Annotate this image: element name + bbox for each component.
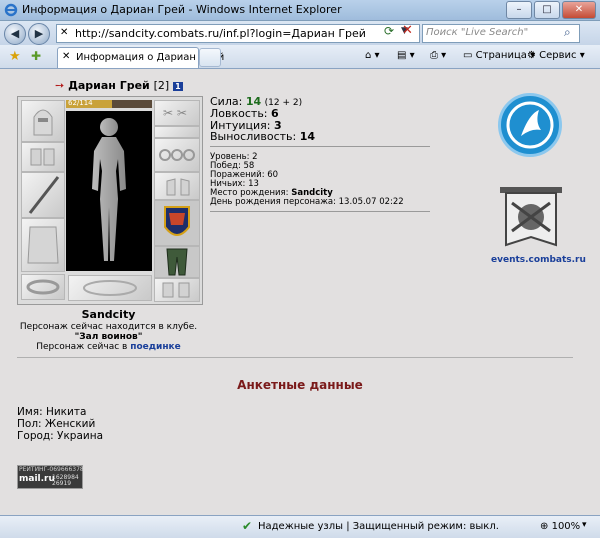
- private-message-arrow-icon[interactable]: ➙: [55, 79, 64, 92]
- profile-name: Имя: Никита: [17, 406, 87, 418]
- battle-link[interactable]: поединке: [130, 342, 181, 352]
- hp-text: 62/114: [68, 99, 93, 107]
- search-placeholder: Поиск "Live Search": [426, 27, 529, 38]
- window-title: Информация о Дариан Грей - Windows Inter…: [22, 3, 342, 16]
- page-favicon-icon: ✕: [60, 27, 69, 38]
- tab-current[interactable]: ✕ Информация о Дариан Грей: [57, 47, 224, 68]
- zoom-value: 100%: [551, 521, 581, 532]
- section-divider: [17, 357, 573, 358]
- location-line-1: Персонаж сейчас находится в клубе.: [19, 322, 198, 332]
- character-avatar: [66, 111, 152, 271]
- ie-logo-icon: [4, 3, 18, 17]
- home-icon[interactable]: ⌂ ▾: [365, 50, 380, 61]
- search-input[interactable]: Поиск "Live Search" ⌕: [422, 24, 580, 43]
- character-name-line: ➙ Дариан Грей [2] 1: [55, 79, 183, 92]
- character-level: [2]: [153, 79, 170, 92]
- events-logo-icon[interactable]: [500, 185, 562, 253]
- tools-menu[interactable]: ⚙ Сервис ▾: [527, 50, 585, 61]
- rating-brand: mail.ru: [19, 474, 55, 484]
- zoom-level[interactable]: ⊕ 100%: [540, 521, 580, 532]
- boots-slot[interactable]: [154, 278, 200, 302]
- status-bar: ✔ Надежные узлы | Защищенный режим: выкл…: [0, 515, 600, 538]
- gear-icon: ⚙: [527, 50, 536, 61]
- stat-endurance: Выносливость: 14: [210, 130, 315, 143]
- location-status-text: Персонаж сейчас в: [36, 342, 128, 352]
- location-line-3: Персонаж сейчас в поединке: [0, 342, 217, 352]
- divider: [210, 211, 430, 212]
- rating-n2: 26919: [52, 480, 72, 487]
- favorites-star-icon[interactable]: ★: [9, 49, 21, 64]
- belt-slot[interactable]: [21, 274, 65, 300]
- address-bar[interactable]: ✕ http://sandcity.combats.ru/inf.pl?logi…: [56, 24, 420, 43]
- profile-city: Город: Украина: [17, 430, 104, 442]
- location-room: "Зал воинов": [74, 332, 143, 342]
- maximize-button[interactable]: □: [534, 1, 560, 19]
- weapon-slot[interactable]: [21, 172, 65, 218]
- armor-slot[interactable]: [21, 218, 65, 272]
- svg-text:✂ ✂: ✂ ✂: [163, 106, 187, 120]
- pants-slot[interactable]: [154, 246, 200, 278]
- character-doll: 62/114 ✂ ✂: [17, 96, 203, 305]
- gloves-slot[interactable]: [154, 172, 200, 200]
- add-favorites-icon[interactable]: ✚: [31, 49, 41, 63]
- bracers-slot[interactable]: [21, 142, 65, 172]
- character-name: Дариан Грей: [68, 79, 150, 92]
- info-badge[interactable]: 1: [173, 82, 183, 91]
- close-button[interactable]: ✕: [562, 1, 596, 19]
- shield-slot[interactable]: [154, 200, 200, 246]
- amulet-slot[interactable]: [154, 126, 200, 138]
- print-icon[interactable]: ⎙ ▾: [430, 50, 446, 61]
- tools-menu-label: Сервис: [539, 50, 577, 61]
- address-row: ◀ ▶ ✕ http://sandcity.combats.ru/inf.pl?…: [0, 21, 600, 45]
- earrings-slot[interactable]: ✂ ✂: [154, 100, 200, 126]
- stat-endurance-label: Выносливость:: [210, 130, 297, 143]
- stat-endurance-value: 14: [299, 130, 316, 143]
- zoom-icon: ⊕: [540, 521, 549, 532]
- url-text: http://sandcity.combats.ru/inf.pl?login=…: [75, 27, 366, 40]
- tab-favicon-icon: ✕: [62, 51, 71, 62]
- search-icon[interactable]: ⌕: [564, 25, 571, 40]
- mailru-rating-counter[interactable]: РЕЙТИНГ-069666378 mail.ru 1628984 26919: [17, 465, 84, 489]
- rating-top: РЕЙТИНГ-069666378: [19, 466, 84, 473]
- back-button[interactable]: ◀: [4, 23, 26, 45]
- feeds-icon[interactable]: ▤ ▾: [397, 50, 415, 61]
- helmet-slot[interactable]: [21, 100, 65, 142]
- minimize-button[interactable]: –: [506, 1, 532, 19]
- rings-slot[interactable]: [68, 275, 152, 301]
- forward-button[interactable]: ▶: [28, 23, 50, 45]
- clan-logo[interactable]: [498, 93, 562, 157]
- divider: [210, 146, 430, 147]
- hp-bar: 62/114: [66, 99, 152, 108]
- status-text: Надежные узлы | Защищенный режим: выкл.: [258, 521, 499, 532]
- page-menu[interactable]: ▭ Страница ▾: [463, 50, 535, 61]
- info-birthday: День рождения персонажа: 13.05.07 02:22: [210, 197, 404, 207]
- page-menu-label: Страница: [475, 50, 527, 61]
- zoom-dropdown-icon[interactable]: ▾: [582, 520, 587, 530]
- rings-row-slot[interactable]: [154, 138, 200, 172]
- character-city: Sandcity: [81, 308, 136, 321]
- checkmark-icon: ✔: [242, 519, 253, 533]
- profile-heading: Анкетные данные: [237, 378, 363, 392]
- stop-icon[interactable]: ✕: [402, 23, 413, 38]
- refresh-icon[interactable]: ⟳: [384, 24, 394, 38]
- tab-row: ★ ✚ ✕ Информация о Дариан Грей ⌂ ▾ ▤ ▾ ⎙…: [0, 45, 600, 69]
- events-link[interactable]: events.combats.ru: [491, 255, 586, 265]
- title-bar: Информация о Дариан Грей - Windows Inter…: [0, 0, 600, 21]
- page-menu-icon: ▭: [463, 50, 473, 61]
- profile-gender: Пол: Женский: [17, 418, 96, 430]
- new-tab-button[interactable]: [199, 48, 221, 67]
